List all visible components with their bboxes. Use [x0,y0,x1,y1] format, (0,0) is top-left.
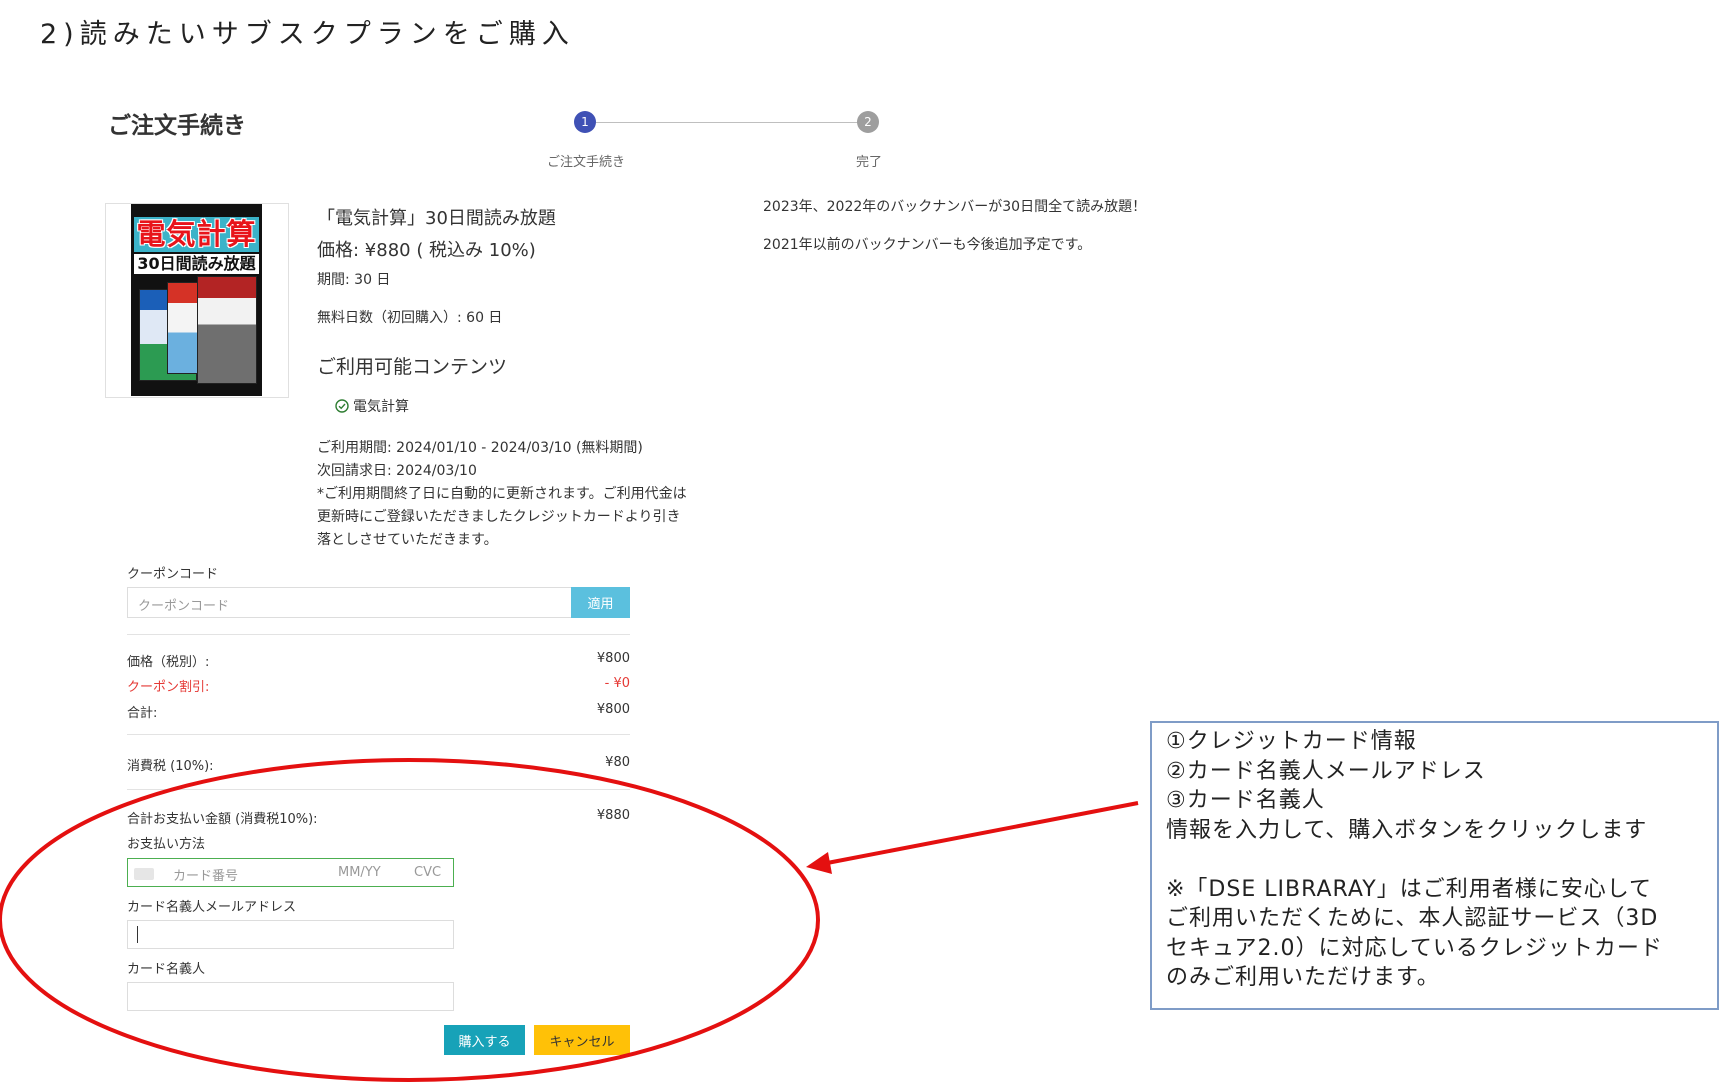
callout-blank-line [1166,845,1663,875]
callout-text: ①クレジットカード情報 ②カード名義人メールアドレス ③カード名義人 情報を入力… [1166,727,1663,993]
callout-line: 情報を入力して、購入ボタンをクリックします [1166,817,1648,843]
highlight-ellipse [0,758,820,1082]
callout-line: ※「DSE LIBRARAY」はご利用者様に安心して [1166,876,1653,902]
callout-line: ②カード名義人メールアドレス [1166,758,1486,784]
annotation-arrow-head [806,852,832,874]
callout-box: ①クレジットカード情報 ②カード名義人メールアドレス ③カード名義人 情報を入力… [1150,721,1719,1010]
callout-line: のみご利用いただけます。 [1166,965,1440,990]
callout-line: セキュア2.0）に対応しているクレジットカード [1166,935,1663,961]
callout-line: ①クレジットカード情報 [1166,729,1417,754]
callout-line: ご利用いただくために、本人認証サービス（3D [1166,906,1659,931]
callout-line: ③カード名義人 [1166,788,1325,813]
annotation-arrow-line [821,801,1139,866]
